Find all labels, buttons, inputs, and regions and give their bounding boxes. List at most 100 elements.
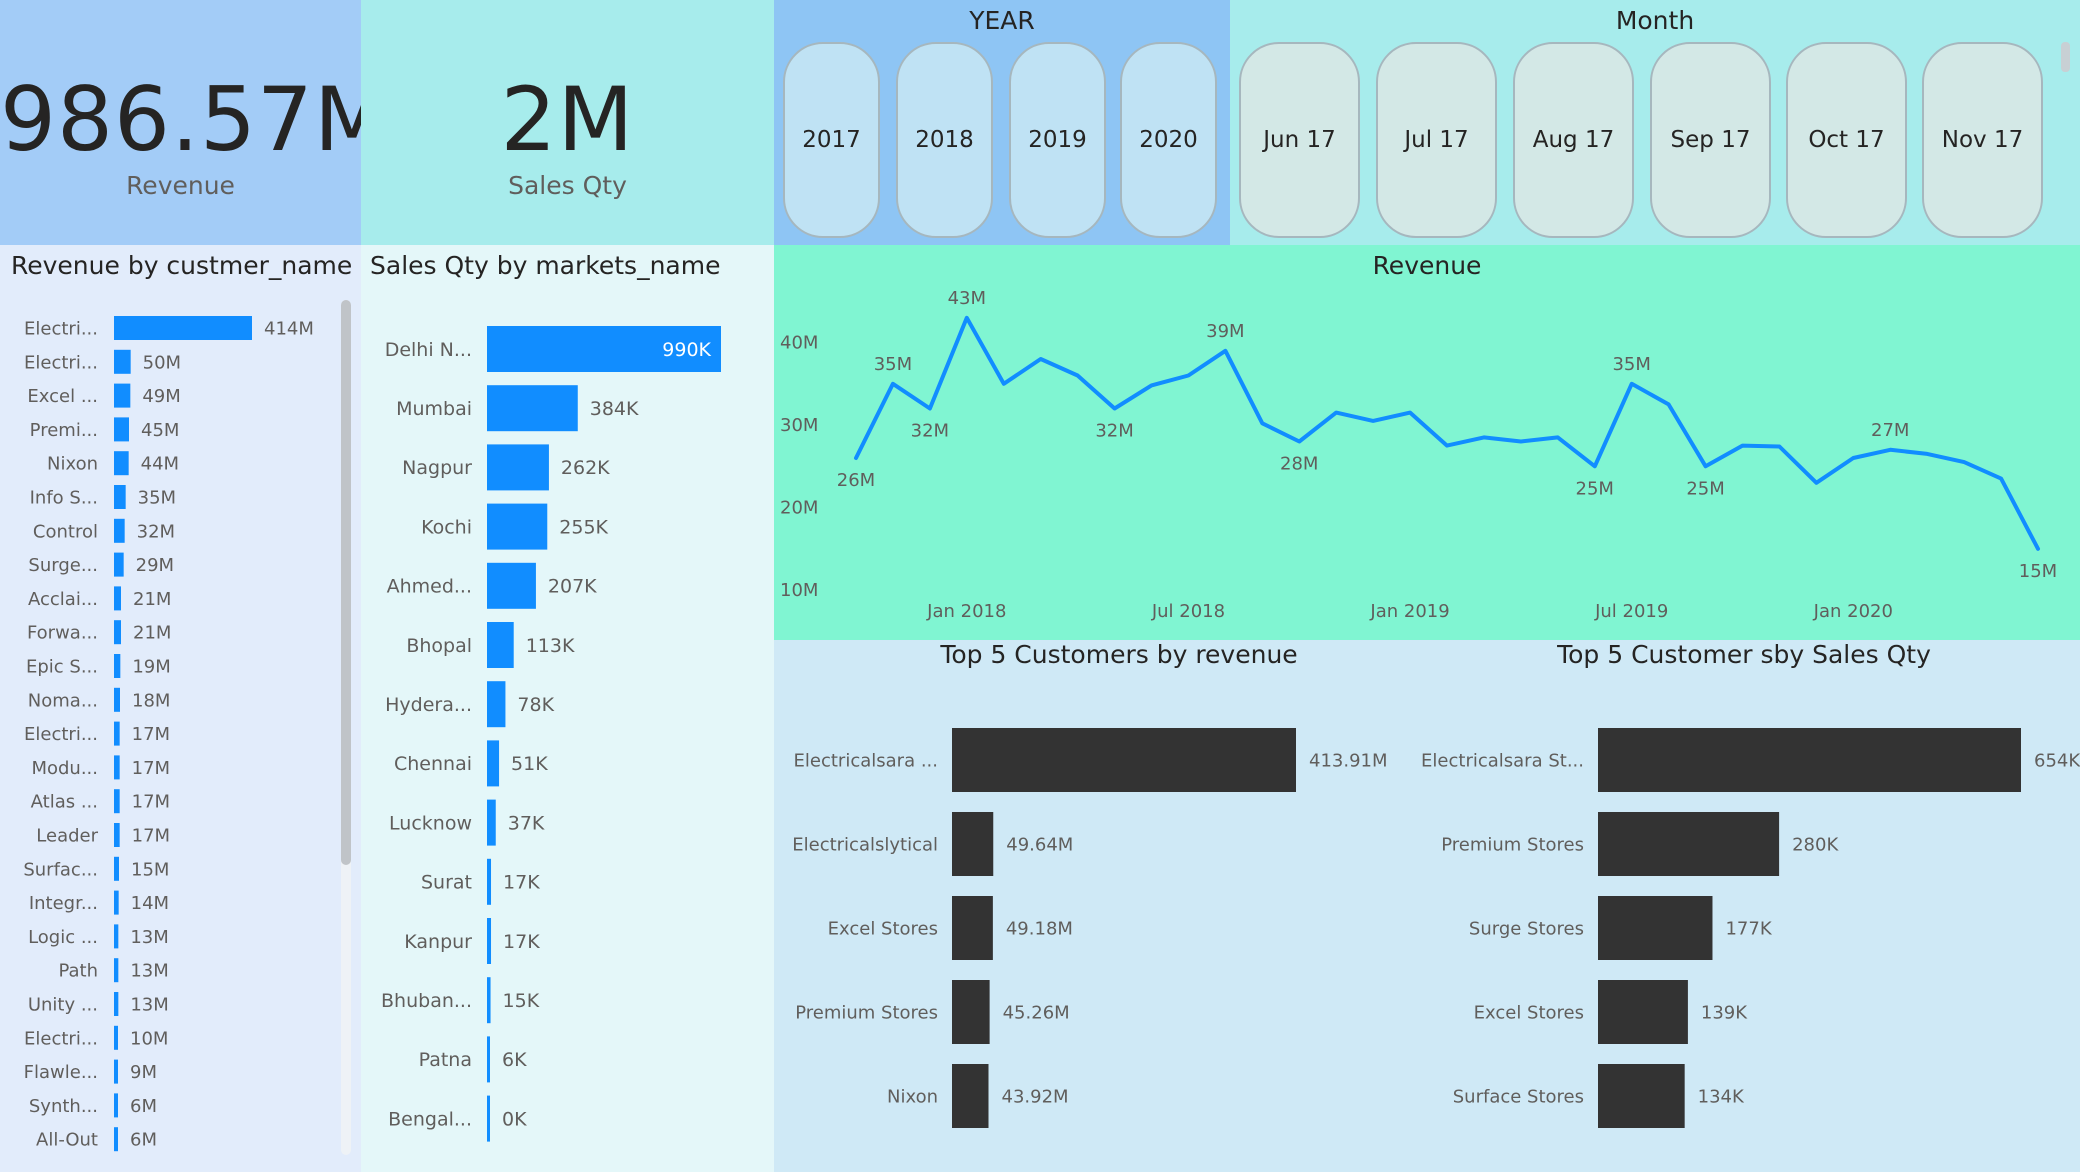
customer-category-label: Electri... [24,1028,98,1049]
top5-revenue-category-label: Electricalslytical [792,834,938,855]
market-bar [487,918,492,964]
customer-category-label: Noma... [28,690,98,711]
top5-qty-category-label: Electricalsara St... [1421,750,1584,771]
customer-category-label: Forwa... [27,623,98,644]
customer-value-label: 21M [133,623,171,644]
revenue-y-tick-label: 40M [780,333,818,354]
customer-bar [114,789,120,814]
revenue-trend-panel: Revenue 10M 20M 30M 40M Jan 2018 Jul 2018 Jan … [774,245,2080,640]
month-slicer-title: Month [1615,6,1695,35]
customer-value-label: 17M [132,825,170,846]
customer-value-label: 17M [132,792,170,813]
month-slicer: Month Jun 17 Jul 17 Aug 17 Sep 17 Oct 17… [1230,0,2080,245]
revenue-x-tick-label: Jan 2019 [1369,601,1449,622]
customer-bar [114,552,124,577]
top5-qty-value-label: 654K [2034,750,2080,771]
year-chip-2017[interactable]: 2017 [783,42,880,238]
top5-revenue-category-label: Excel Stores [828,918,938,939]
customer-value-label: 10M [130,1028,168,1049]
market-value-label: 262K [561,457,610,479]
customer-value-label: 13M [130,961,168,982]
revenue-kpi-label: Revenue [126,171,235,200]
customer-bar [114,856,119,881]
customer-category-label: Path [58,961,98,982]
customer-value-label: 13M [130,994,168,1015]
market-category-label: Patna [419,1049,472,1071]
top5-panel: Top 5 Customers by revenue Top 5 Custome… [774,640,2080,1172]
customer-value-label: 17M [132,724,170,745]
year-chip-2020[interactable]: 2020 [1120,42,1217,238]
year-chip-2019[interactable]: 2019 [1009,42,1106,238]
revenue-x-tick-label: Jan 2020 [1813,601,1893,622]
top5-qty-value-label: 280K [1792,834,1839,855]
month-chip-oct-17[interactable]: Oct 17 [1786,42,1907,238]
customer-bar [114,1025,118,1050]
revenue-data-label: 35M [1612,354,1650,375]
customer-bar [114,349,131,374]
market-value-label: 255K [559,516,608,538]
customer-bar [114,992,119,1016]
customer-value-label: 17M [132,758,170,779]
top5-qty-category-label: Premium Stores [1441,834,1584,855]
sales-qty-kpi-card: 2M Sales Qty [361,0,774,245]
top5-qty-bar [1598,1064,1685,1128]
market-value-label: 384K [590,398,639,420]
customer-value-label: 32M [137,521,175,542]
customer-value-label: 14M [131,893,169,914]
customer-category-label: Electri... [24,318,98,339]
revenue-data-label: 43M [948,288,986,309]
month-slicer-scrollbar[interactable] [2061,42,2070,72]
customer-bar [114,721,120,746]
customer-bar [114,586,121,611]
month-chip-aug-17[interactable]: Aug 17 [1513,42,1634,238]
customer-value-label: 13M [130,927,168,948]
top5-revenue-category-label: Premium Stores [795,1002,938,1023]
market-value-label: 15K [503,990,540,1012]
customer-bar [114,1127,118,1152]
customer-category-label: Leader [36,825,98,846]
revenue-y-tick-label: 20M [780,498,818,519]
market-category-label: Delhi N... [385,339,472,361]
revenue-data-label: 15M [2019,561,2057,582]
market-category-label: Hydera... [385,694,472,716]
month-chip-jun-17[interactable]: Jun 17 [1239,42,1360,238]
customer-list-scroll-thumb[interactable] [341,300,351,865]
market-category-label: Kanpur [404,931,472,953]
market-bar [487,799,496,846]
customer-category-label: Synth... [29,1096,98,1117]
revenue-data-label: 28M [1280,454,1318,475]
market-bar [487,562,536,609]
market-bar [487,858,492,905]
market-category-label: Kochi [421,516,472,538]
customer-bar [114,890,119,915]
market-value-label: 17K [503,931,540,953]
revenue-by-customer-chart: Electri... 414M Electri... 50M Excel ... 49M P… [23,316,314,1152]
market-value-label: 37K [508,812,545,834]
sales-qty-by-market-chart: Delhi N... 990K Mumbai 384K Nagpur 262K Kochi 2… [381,326,721,1142]
market-bar [487,681,506,728]
customer-value-label: 6M [130,1130,157,1151]
customer-category-label: Excel ... [27,386,98,407]
top5-qty-bar [1598,812,1780,876]
revenue-data-label: 35M [874,354,912,375]
top5-qty-value-label: 177K [1725,918,1772,939]
month-chip-sep-17[interactable]: Sep 17 [1650,42,1771,238]
customer-category-label: Info S... [30,487,98,508]
year-chip-2018[interactable]: 2018 [896,42,993,238]
market-category-label: Bengal... [388,1108,472,1130]
month-chip-jul-17[interactable]: Jul 17 [1376,42,1497,238]
top5-revenue-bar [952,1064,989,1128]
customer-category-label: Premi... [30,420,98,441]
revenue-data-label: 27M [1871,420,1909,441]
customer-bar [114,620,121,645]
top5-revenue-category-label: Nixon [887,1086,938,1107]
sales-qty-by-market-panel: Sales Qty by markets_name Delhi N... 990K… [361,245,774,1172]
customer-category-label: Electri... [24,352,98,373]
market-value-label: 17K [503,872,540,894]
customer-value-label: 35M [138,487,176,508]
market-category-label: Bhopal [406,635,472,657]
revenue-data-label: 25M [1686,478,1724,499]
month-chip-nov-17[interactable]: Nov 17 [1922,42,2043,238]
customer-bar [114,755,120,780]
revenue-data-label: 26M [837,470,875,491]
